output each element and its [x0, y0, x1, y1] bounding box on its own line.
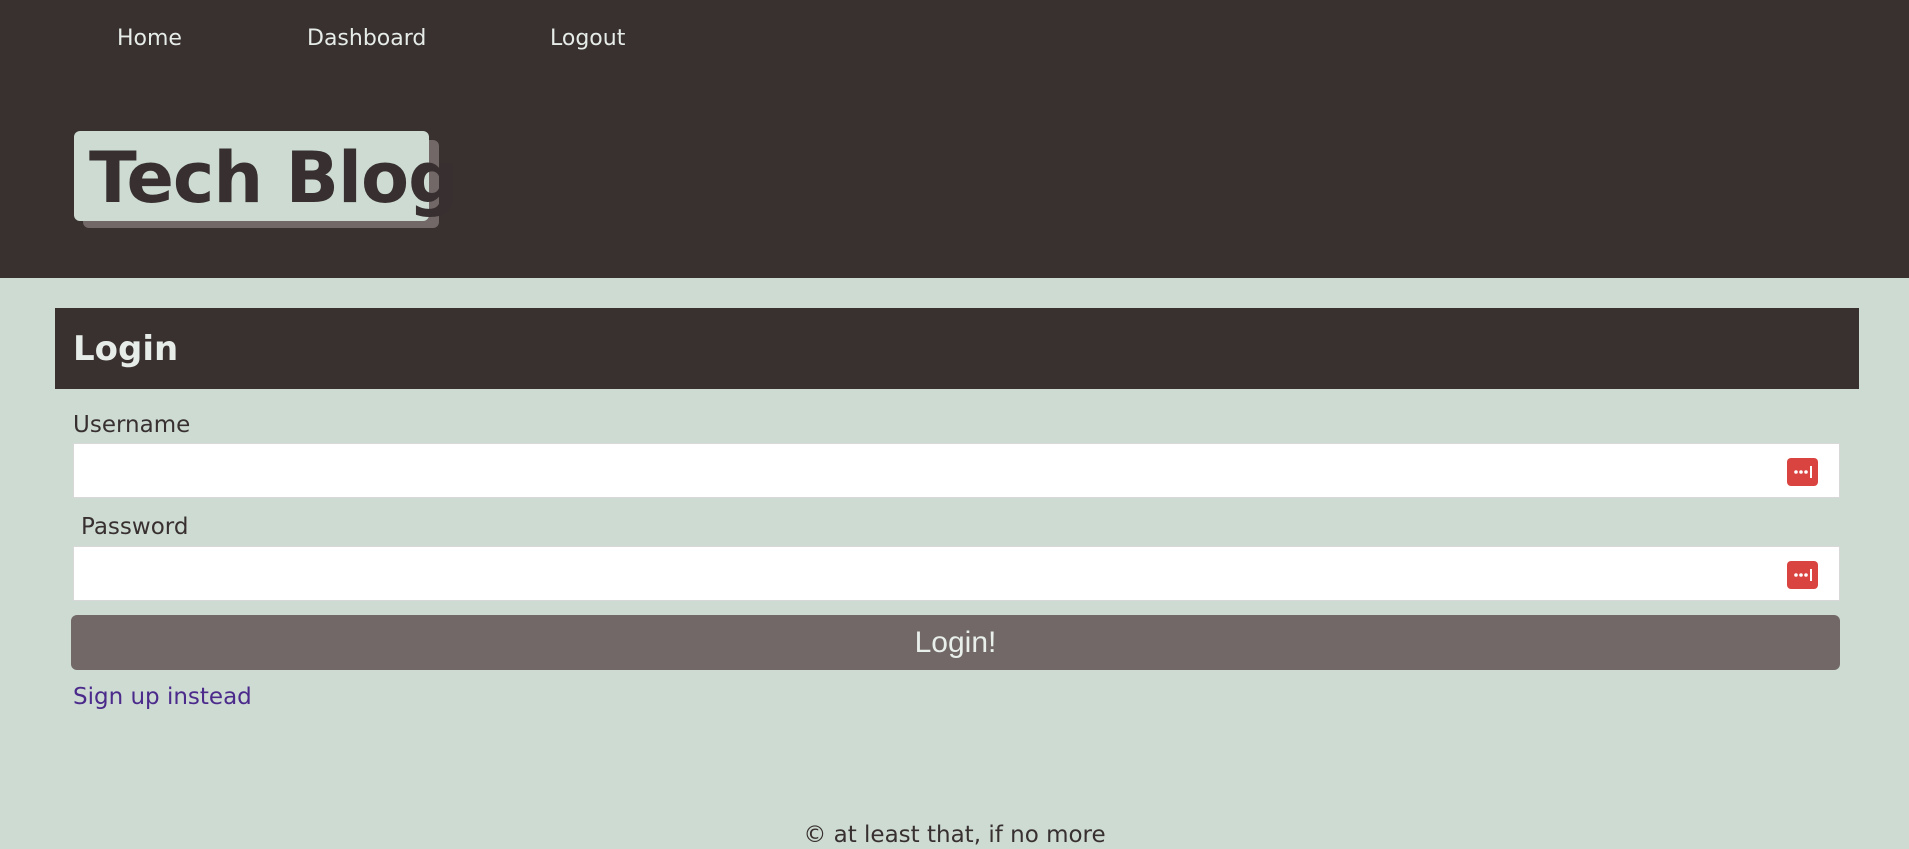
login-submit-button[interactable]: Login!: [71, 615, 1840, 670]
password-field-wrapper: [73, 546, 1840, 601]
username-label: Username: [73, 412, 191, 438]
nav-link-dashboard[interactable]: Dashboard: [307, 26, 426, 51]
login-heading: Login: [73, 329, 179, 369]
nav-link-home[interactable]: Home: [117, 26, 182, 51]
password-manager-icon[interactable]: [1787, 561, 1818, 589]
nav-link-logout[interactable]: Logout: [550, 26, 625, 51]
password-manager-icon[interactable]: [1787, 458, 1818, 486]
username-field-wrapper: [73, 443, 1840, 498]
password-label: Password: [81, 514, 189, 540]
username-input[interactable]: [74, 444, 1839, 497]
site-title: Tech Blog: [89, 137, 458, 219]
footer-text: © at least that, if no more: [803, 822, 1106, 848]
login-card-header: Login: [55, 308, 1859, 389]
signup-link[interactable]: Sign up instead: [73, 683, 252, 711]
site-header: Home Dashboard Logout Tech Blog: [0, 0, 1909, 278]
brand-badge: Tech Blog: [74, 131, 458, 221]
password-input[interactable]: [74, 547, 1839, 600]
